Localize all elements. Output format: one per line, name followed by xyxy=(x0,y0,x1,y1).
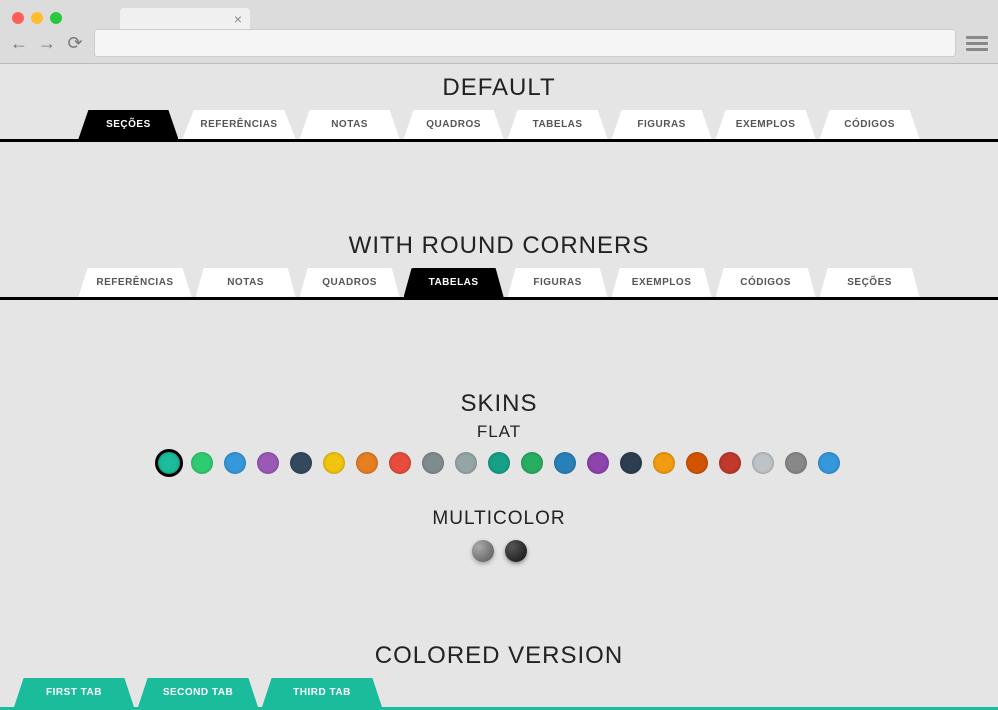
tab-row-colored: FIRST TABSECOND TABTHIRD TAB xyxy=(0,678,998,710)
swatch-flat-9[interactable] xyxy=(455,452,477,474)
reload-button[interactable]: ⟳ xyxy=(66,33,84,54)
swatch-multicolor-dark[interactable] xyxy=(505,540,527,562)
section-subtitle-multicolor: MULTICOLOR xyxy=(0,508,998,530)
tab-round-0[interactable]: REFERÊNCIAS xyxy=(78,268,191,297)
tab-row-default: SEÇÕESREFERÊNCIASNOTASQUADROSTABELASFIGU… xyxy=(0,110,998,142)
swatch-flat-19[interactable] xyxy=(785,452,807,474)
swatch-flat-11[interactable] xyxy=(521,452,543,474)
section-title-round: WITH ROUND CORNERS xyxy=(0,232,998,260)
tab-round-4[interactable]: FIGURAS xyxy=(508,268,608,297)
swatch-flat-2[interactable] xyxy=(224,452,246,474)
tab-colored-1[interactable]: SECOND TAB xyxy=(138,678,258,707)
tab-colored-2[interactable]: THIRD TAB xyxy=(262,678,382,707)
tab-default-5[interactable]: FIGURAS xyxy=(612,110,712,139)
tab-round-3[interactable]: TABELAS xyxy=(404,268,504,297)
swatch-flat-7[interactable] xyxy=(389,452,411,474)
tab-default-0[interactable]: SEÇÕES xyxy=(78,110,178,139)
tab-round-5[interactable]: EXEMPLOS xyxy=(612,268,712,297)
tab-default-6[interactable]: EXEMPLOS xyxy=(716,110,816,139)
swatch-flat-0[interactable] xyxy=(155,449,183,477)
section-title-skins: SKINS xyxy=(0,390,998,418)
tab-round-1[interactable]: NOTAS xyxy=(196,268,296,297)
maximize-window-button[interactable] xyxy=(50,12,62,24)
section-title-colored: COLORED VERSION xyxy=(0,642,998,670)
swatch-flat-18[interactable] xyxy=(752,452,774,474)
swatch-flat-5[interactable] xyxy=(323,452,345,474)
swatch-flat-4[interactable] xyxy=(290,452,312,474)
tab-round-6[interactable]: CÓDIGOS xyxy=(716,268,816,297)
swatch-multicolor-light[interactable] xyxy=(472,540,494,562)
window-controls xyxy=(12,12,62,24)
address-bar[interactable] xyxy=(94,29,956,57)
swatch-flat-16[interactable] xyxy=(686,452,708,474)
section-title-default: DEFAULT xyxy=(0,74,998,102)
swatch-flat-6[interactable] xyxy=(356,452,378,474)
tab-round-2[interactable]: QUADROS xyxy=(300,268,400,297)
tab-default-1[interactable]: REFERÊNCIAS xyxy=(182,110,295,139)
tab-default-3[interactable]: QUADROS xyxy=(404,110,504,139)
swatch-flat-1[interactable] xyxy=(191,452,213,474)
swatch-flat-20[interactable] xyxy=(818,452,840,474)
swatch-flat-17[interactable] xyxy=(719,452,741,474)
tab-round-7[interactable]: SEÇÕES xyxy=(820,268,920,297)
swatch-flat-12[interactable] xyxy=(554,452,576,474)
tab-colored-0[interactable]: FIRST TAB xyxy=(14,678,134,707)
tab-default-7[interactable]: CÓDIGOS xyxy=(820,110,920,139)
browser-toolbar: ← → ⟳ xyxy=(10,29,988,57)
swatch-flat-10[interactable] xyxy=(488,452,510,474)
swatch-row-flat xyxy=(0,452,998,474)
swatch-flat-8[interactable] xyxy=(422,452,444,474)
swatch-flat-14[interactable] xyxy=(620,452,642,474)
section-subtitle-flat: FLAT xyxy=(0,422,998,442)
browser-tab[interactable]: × xyxy=(120,8,250,30)
hamburger-menu-icon[interactable] xyxy=(966,32,988,54)
tab-row-round: REFERÊNCIASNOTASQUADROSTABELASFIGURASEXE… xyxy=(0,268,998,300)
close-tab-icon[interactable]: × xyxy=(234,11,242,27)
swatch-flat-3[interactable] xyxy=(257,452,279,474)
tab-default-2[interactable]: NOTAS xyxy=(300,110,400,139)
forward-button[interactable]: → xyxy=(38,33,56,54)
browser-chrome: × ← → ⟳ xyxy=(0,0,998,64)
page-content: DEFAULT SEÇÕESREFERÊNCIASNOTASQUADROSTAB… xyxy=(0,64,998,710)
back-button[interactable]: ← xyxy=(10,33,28,54)
swatch-flat-15[interactable] xyxy=(653,452,675,474)
swatch-row-multicolor xyxy=(0,540,998,562)
tab-default-4[interactable]: TABELAS xyxy=(508,110,608,139)
minimize-window-button[interactable] xyxy=(31,12,43,24)
swatch-flat-13[interactable] xyxy=(587,452,609,474)
close-window-button[interactable] xyxy=(12,12,24,24)
